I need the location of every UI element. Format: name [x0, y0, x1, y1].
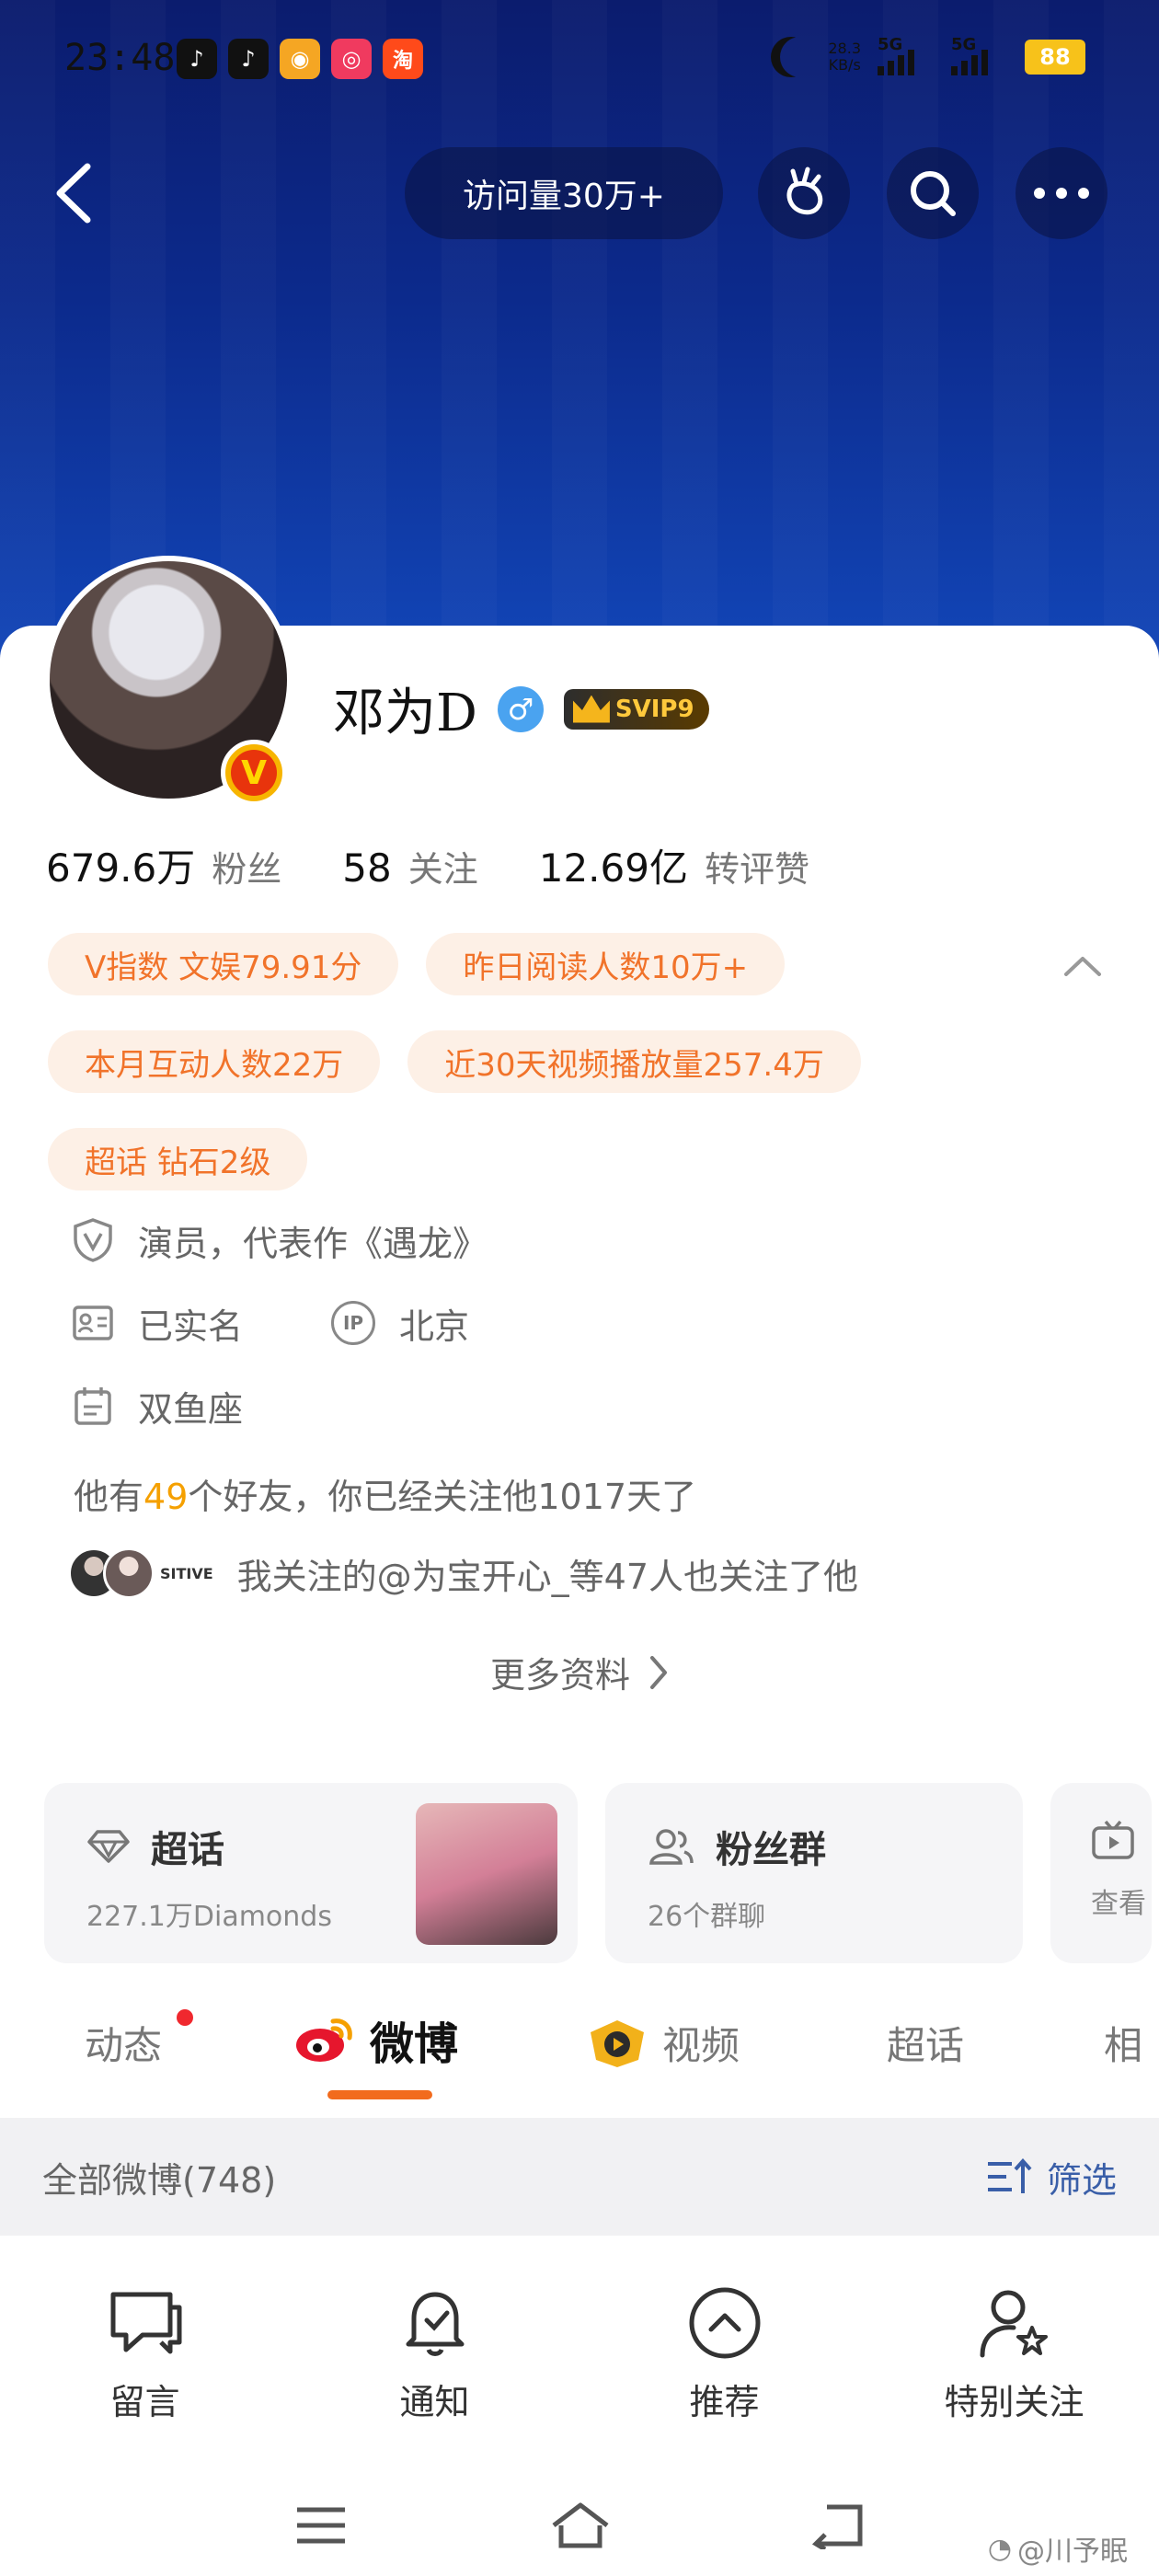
- system-nav-bar: [0, 2466, 1159, 2576]
- tab-feed[interactable]: 动态: [85, 2009, 193, 2071]
- home-icon: [552, 2502, 609, 2548]
- douyin-icon: ♪: [177, 39, 217, 79]
- profile-stats: 679.6万 粉丝 58 关注 12.69亿 转评赞: [46, 837, 809, 893]
- weibo-logo-icon: [296, 2018, 352, 2062]
- mutual-avatars: SITIVE: [68, 1547, 213, 1599]
- diamond-icon: [87, 1830, 130, 1863]
- verified-badge-icon: V: [221, 740, 287, 806]
- recommend-icon: [689, 2287, 760, 2359]
- profile-tags: V指数 文娱79.91分 昨日阅读人数10万+ 本月互动人数22万 近30天视频…: [48, 933, 1060, 1225]
- menu-icon: [297, 2507, 345, 2544]
- stat-engagement[interactable]: 12.69亿 转评赞: [539, 837, 809, 893]
- more-info-link[interactable]: 更多资料: [0, 1647, 1159, 1697]
- back-button[interactable]: [37, 156, 110, 230]
- battery-indicator: 88: [1025, 40, 1085, 75]
- name-row: 邓为D ♂ SVIP9: [333, 672, 709, 746]
- weibo-watermark-icon: ◔: [987, 2532, 1012, 2565]
- watermark: ◔ @川予眠: [987, 2532, 1128, 2569]
- filter-icon: [987, 2157, 1032, 2193]
- message-icon: [110, 2292, 181, 2354]
- moon-icon: [780, 37, 820, 77]
- more-dots-icon: [1034, 188, 1089, 199]
- douyin-icon: ♪: [228, 39, 269, 79]
- tab-weibo[interactable]: 微博: [293, 2007, 458, 2072]
- signal-5g-1: 5G: [878, 35, 935, 75]
- home-button[interactable]: [539, 2484, 622, 2567]
- net-speed: 28.3 KB/s: [828, 40, 861, 74]
- info-identity-location: 已实名 IP 北京: [72, 1295, 488, 1351]
- carrot-icon: [786, 167, 823, 215]
- bottom-action-bar: 留言 通知 推荐 特别关注: [0, 2265, 1159, 2449]
- tag-monthly-interactions[interactable]: 本月互动人数22万: [48, 1030, 381, 1093]
- return-icon: [811, 2504, 863, 2549]
- active-tab-indicator: [327, 2090, 432, 2099]
- calendar-icon: [72, 1385, 114, 1427]
- profile-tabs: 动态 微博 视频 超话 相: [0, 1996, 1159, 2107]
- back-arrow-icon: [56, 163, 91, 224]
- search-icon: [911, 171, 956, 216]
- male-icon: ♂: [497, 685, 544, 732]
- notify-button[interactable]: 通知: [290, 2265, 580, 2449]
- tab-video[interactable]: 视频: [585, 2015, 740, 2071]
- fan-group-card[interactable]: 粉丝群 26个群聊: [605, 1783, 1023, 1963]
- tab-supertopic[interactable]: 超话: [887, 2015, 964, 2071]
- status-right: 28.3 KB/s 5G 5G 88: [771, 35, 1085, 77]
- filter-button[interactable]: 筛选: [984, 2152, 1117, 2202]
- meituan-icon: ◎: [331, 39, 372, 79]
- special-follow-button[interactable]: 特别关注: [869, 2265, 1159, 2449]
- stat-following[interactable]: 58 关注: [342, 841, 477, 891]
- group-icon: [649, 1829, 694, 1865]
- bell-icon: [406, 2292, 464, 2356]
- top-nav: 访问量30万+: [0, 138, 1159, 248]
- notification-dot: [177, 2009, 193, 2026]
- mutual-followers[interactable]: SITIVE 我关注的@为宝开心_等47人也关注了他: [68, 1547, 858, 1599]
- more-options-button[interactable]: [1016, 147, 1107, 239]
- search-button[interactable]: [887, 147, 979, 239]
- profile-info: 演员，代表作《遇龙》 已实名 IP 北京 双鱼座: [72, 1213, 488, 1461]
- supertopic-card[interactable]: 超话 227.1万Diamonds: [44, 1783, 578, 1963]
- tv-icon: [1092, 1820, 1134, 1859]
- posts-filter-bar: 全部微博(748) 筛选: [0, 2118, 1159, 2236]
- supertopic-thumbnail: [416, 1803, 557, 1945]
- weibo-icon: ◉: [280, 39, 320, 79]
- signal-5g-2: 5G: [951, 35, 1008, 75]
- post-count: 全部微博(748): [42, 2159, 277, 2201]
- shield-v-icon: [72, 1218, 114, 1262]
- tag-v-index[interactable]: V指数 文娱79.91分: [48, 933, 399, 995]
- status-bar: 23:48 ♪ ♪ ◉ ◎ 淘 28.3 KB/s 5G 5G 88: [0, 0, 1159, 120]
- visits-count[interactable]: 访问量30万+: [405, 147, 723, 239]
- special-follow-icon: [980, 2290, 1048, 2358]
- svip-badge[interactable]: SVIP9: [563, 688, 709, 730]
- id-card-icon: [72, 1302, 114, 1344]
- stat-fans[interactable]: 679.6万 粉丝: [46, 837, 281, 893]
- taobao-icon: 淘: [383, 39, 423, 79]
- chevron-right-icon: [650, 1655, 667, 1689]
- menu-button[interactable]: [280, 2484, 362, 2567]
- video-tab-icon: [591, 2019, 644, 2067]
- tag-supertopic-level[interactable]: 超话 钻石2级: [48, 1128, 308, 1190]
- avatar: [103, 1547, 155, 1599]
- status-app-icons: ♪ ♪ ◉ ◎ 淘: [177, 39, 423, 79]
- video-card[interactable]: 查看: [1050, 1783, 1152, 1963]
- info-zodiac: 双鱼座: [72, 1378, 488, 1433]
- tag-daily-readers[interactable]: 昨日阅读人数10万+: [426, 933, 786, 995]
- feature-cards: 超话 227.1万Diamonds 粉丝群 26个群聊 查看: [44, 1783, 1152, 1963]
- friends-summary[interactable]: 他有49个好友，你已经关注他1017天了: [74, 1468, 696, 1519]
- chevron-up-icon: [1064, 957, 1101, 976]
- tag-video-plays[interactable]: 近30天视频播放量257.4万: [407, 1030, 861, 1093]
- tab-album[interactable]: 相: [1104, 2015, 1142, 2071]
- message-button[interactable]: 留言: [0, 2265, 290, 2449]
- back-nav-button[interactable]: [797, 2484, 879, 2567]
- collapse-tags-button[interactable]: [1060, 948, 1106, 984]
- ip-location-icon: IP: [331, 1301, 376, 1345]
- crown-icon: [572, 695, 610, 723]
- info-occupation: 演员，代表作《遇龙》: [72, 1213, 488, 1268]
- recommend-button[interactable]: 推荐: [580, 2265, 869, 2449]
- profile-name: 邓为D: [333, 684, 477, 743]
- status-time: 23:48: [64, 37, 176, 79]
- carrot-button[interactable]: [758, 147, 850, 239]
